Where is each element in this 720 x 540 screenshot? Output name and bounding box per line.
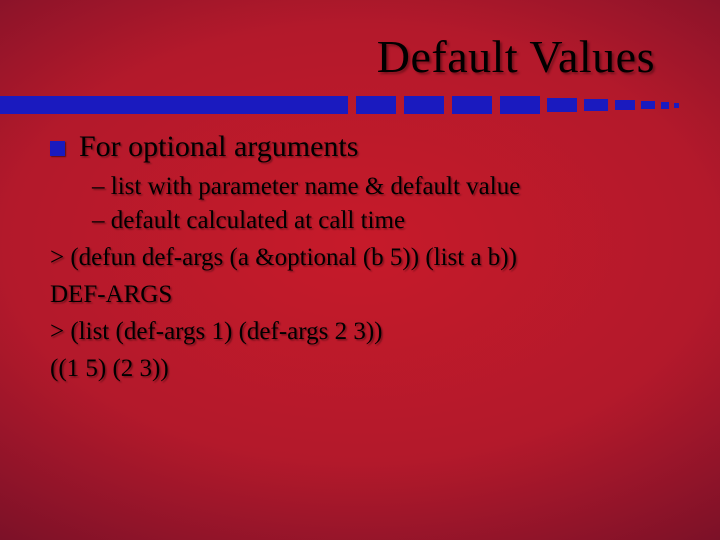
code-line-4: ((1 5) (2 3)) [50,351,680,386]
sub-bullet-1: – list with parameter name & default val… [92,170,680,204]
content-area: For optional arguments – list with param… [50,130,680,386]
accent-stripe [0,96,720,114]
sub-bullet-2: – default calculated at call time [92,204,680,238]
slide: Default Values For optional arguments – … [0,0,720,540]
slide-title: Default Values [377,30,655,83]
code-line-2: DEF-ARGS [50,277,680,312]
code-line-3: > (list (def-args 1) (def-args 2 3)) [50,314,680,349]
bullet-text: For optional arguments [79,130,358,164]
square-bullet-icon [50,141,65,156]
code-line-1: > (defun def-args (a &optional (b 5)) (l… [50,240,680,275]
bullet-item: For optional arguments [50,130,680,164]
